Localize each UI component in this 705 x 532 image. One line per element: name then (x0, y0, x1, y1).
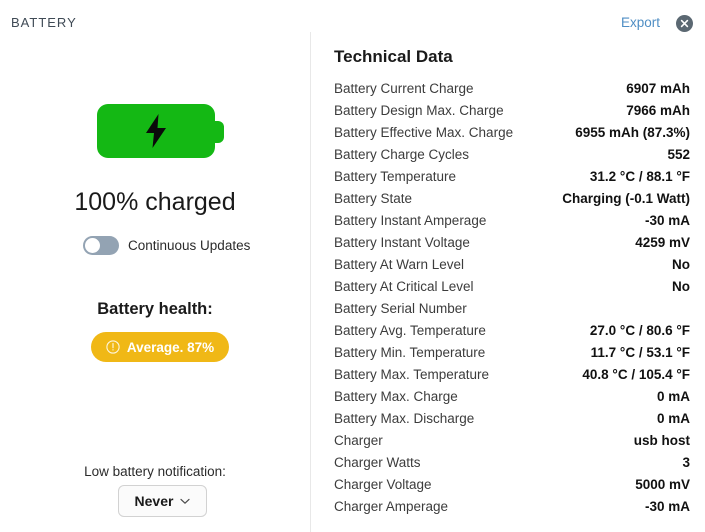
toggle-knob (85, 238, 100, 253)
tech-row: Battery State Charging (-0.1 Watt) (310, 187, 705, 209)
tech-row-label: Battery Max. Charge (334, 388, 458, 404)
tech-row: Battery Design Max. Charge 7966 mAh (310, 99, 705, 121)
tech-row: Charger Amperage -30 mA (310, 495, 705, 517)
tech-row-value: -30 mA (644, 498, 690, 514)
tech-row-value: 27.0 °C / 80.6 °F (589, 322, 690, 338)
tech-row-value: 7966 mAh (626, 102, 690, 118)
lightning-bolt-icon (146, 114, 166, 148)
tech-row-label: Charger Amperage (334, 498, 449, 514)
battery-terminal-nub (213, 121, 224, 143)
page-title: BATTERY (11, 15, 77, 30)
battery-charging-icon (97, 104, 227, 158)
tech-row-value: 5000 mV (635, 476, 690, 492)
tech-row-label: Battery Charge Cycles (334, 146, 470, 162)
tech-row-label: Battery Instant Voltage (334, 234, 470, 250)
tech-row-value: 11.7 °C / 53.1 °F (590, 344, 690, 360)
low-battery-notification-label: Low battery notification: (84, 464, 226, 479)
tech-row: Battery Instant Voltage 4259 mV (310, 231, 705, 253)
tech-row-value: No (672, 278, 690, 294)
tech-row: Battery Serial Number (310, 297, 705, 319)
tech-row: Charger usb host (310, 429, 705, 451)
tech-row-label: Battery At Warn Level (334, 256, 465, 272)
technical-data-panel: Technical Data Battery Current Charge 690… (310, 44, 705, 532)
tech-row-label: Battery Instant Amperage (334, 212, 487, 228)
tech-row-value: 0 mA (656, 410, 690, 426)
tech-row-label: Battery Design Max. Charge (334, 102, 504, 118)
tech-row: Battery Effective Max. Charge 6955 mAh (8… (310, 121, 705, 143)
tech-row-value: usb host (633, 432, 690, 448)
tech-row-label: Battery Serial Number (334, 300, 467, 316)
tech-row-value: 31.2 °C / 88.1 °F (589, 168, 690, 184)
continuous-updates-toggle[interactable] (83, 236, 119, 255)
tech-row-label: Battery Max. Temperature (334, 366, 490, 382)
warning-circle-icon (106, 340, 120, 354)
tech-row: Battery Max. Temperature 40.8 °C / 105.4 … (310, 363, 705, 385)
tech-row-value: Charging (-0.1 Watt) (562, 190, 690, 206)
tech-row: Battery Temperature 31.2 °C / 88.1 °F (310, 165, 705, 187)
low-battery-selected-value: Never (134, 493, 174, 509)
tech-row: Battery Instant Amperage -30 mA (310, 209, 705, 231)
export-button[interactable]: Export (621, 15, 660, 30)
tech-row: Battery Current Charge 6907 mAh (310, 77, 705, 99)
charge-percentage-text: 100% charged (74, 188, 236, 216)
battery-info-window: BATTERY Export 100% charged Continuous U… (0, 0, 705, 532)
tech-row-label: Battery At Critical Level (334, 278, 474, 294)
tech-row-value: 552 (667, 146, 690, 162)
continuous-updates-row: Continuous Updates (83, 236, 250, 255)
tech-row-label: Battery Max. Discharge (334, 410, 475, 426)
tech-row: Battery Avg. Temperature 27.0 °C / 80.6 °… (310, 319, 705, 341)
close-icon[interactable] (676, 15, 693, 32)
tech-row-label: Battery State (334, 190, 413, 206)
technical-data-title: Technical Data (334, 47, 453, 66)
tech-row-value: 3 (682, 454, 690, 470)
tech-row: Battery Max. Charge 0 mA (310, 385, 705, 407)
tech-row-label: Charger Voltage (334, 476, 432, 492)
tech-row-value: 6907 mAh (626, 80, 690, 96)
tech-row-label: Battery Avg. Temperature (334, 322, 486, 338)
tech-row: Battery Max. Discharge 0 mA (310, 407, 705, 429)
chevron-down-icon (180, 498, 191, 504)
tech-row-value: -30 mA (644, 212, 690, 228)
tech-row: Battery Min. Temperature 11.7 °C / 53.1 °… (310, 341, 705, 363)
tech-row-label: Battery Min. Temperature (334, 344, 486, 360)
tech-row: Battery At Warn Level No (310, 253, 705, 275)
tech-row: Charger Watts 3 (310, 451, 705, 473)
tech-row-value: 6955 mAh (87.3%) (575, 124, 690, 140)
tech-row: Battery Charge Cycles 552 (310, 143, 705, 165)
tech-row-label: Charger (334, 432, 383, 448)
tech-row-label: Charger Watts (334, 454, 421, 470)
technical-data-list: Battery Current Charge 6907 mAh Battery De… (310, 77, 705, 517)
battery-health-label: Average. 87% (126, 339, 215, 355)
tech-row: Battery At Critical Level No (310, 275, 705, 297)
window-header: BATTERY Export (0, 0, 705, 44)
battery-health-badge[interactable]: Average. 87% (91, 332, 229, 362)
tech-row: Charger Voltage 5000 mV (310, 473, 705, 495)
battery-health-title: Battery health: (97, 300, 213, 318)
tech-row-label: Battery Current Charge (334, 80, 474, 96)
tech-row-value: 40.8 °C / 105.4 °F (582, 366, 690, 382)
low-battery-notification-select[interactable]: Never (118, 485, 207, 517)
battery-status-panel: 100% charged Continuous Updates Battery … (0, 44, 310, 532)
tech-row-value: 4259 mV (635, 234, 690, 250)
continuous-updates-label: Continuous Updates (128, 238, 251, 253)
tech-row-value: No (672, 256, 690, 272)
tech-row-value: 0 mA (656, 388, 690, 404)
tech-row-label: Battery Effective Max. Charge (334, 124, 514, 140)
tech-row-label: Battery Temperature (334, 168, 457, 184)
